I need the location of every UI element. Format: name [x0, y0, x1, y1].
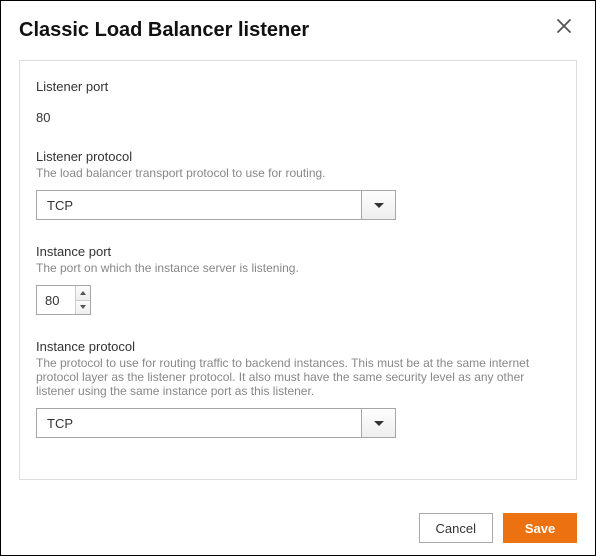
- cancel-button[interactable]: Cancel: [419, 513, 493, 543]
- instance-protocol-select-trigger[interactable]: [361, 409, 395, 437]
- stepper-down-button[interactable]: [76, 301, 90, 315]
- instance-port-description: The port on which the instance server is…: [36, 261, 560, 275]
- listener-protocol-selected-value: TCP: [47, 198, 73, 213]
- instance-port-section: Instance port The port on which the inst…: [36, 244, 560, 315]
- dialog-title: Classic Load Balancer listener: [19, 19, 309, 42]
- instance-port-stepper[interactable]: 80: [36, 285, 91, 315]
- listener-protocol-select-trigger[interactable]: [361, 191, 395, 219]
- instance-protocol-selected-value: TCP: [47, 416, 73, 431]
- caret-down-icon: [80, 305, 86, 309]
- close-icon: [557, 19, 571, 33]
- listener-protocol-select[interactable]: TCP: [36, 190, 396, 220]
- caret-down-icon: [374, 421, 384, 426]
- dialog-footer: Cancel Save: [419, 513, 577, 543]
- listener-port-label: Listener port: [36, 79, 560, 94]
- close-button[interactable]: [557, 19, 577, 39]
- instance-protocol-label: Instance protocol: [36, 339, 560, 354]
- instance-protocol-description: The protocol to use for routing traffic …: [36, 356, 560, 398]
- instance-port-value[interactable]: 80: [37, 286, 75, 314]
- listener-port-section: Listener port 80: [36, 79, 560, 125]
- form-panel: Listener port 80 Listener protocol The l…: [19, 60, 577, 480]
- listener-protocol-section: Listener protocol The load balancer tran…: [36, 149, 560, 220]
- listener-protocol-description: The load balancer transport protocol to …: [36, 166, 560, 180]
- stepper-arrows: [75, 286, 90, 314]
- listener-protocol-label: Listener protocol: [36, 149, 560, 164]
- instance-protocol-select[interactable]: TCP: [36, 408, 396, 438]
- instance-protocol-section: Instance protocol The protocol to use fo…: [36, 339, 560, 438]
- listener-port-value: 80: [36, 110, 560, 125]
- save-button[interactable]: Save: [503, 513, 577, 543]
- stepper-up-button[interactable]: [76, 286, 90, 301]
- caret-up-icon: [80, 291, 86, 295]
- dialog-header: Classic Load Balancer listener: [19, 19, 577, 42]
- caret-down-icon: [374, 203, 384, 208]
- instance-port-label: Instance port: [36, 244, 560, 259]
